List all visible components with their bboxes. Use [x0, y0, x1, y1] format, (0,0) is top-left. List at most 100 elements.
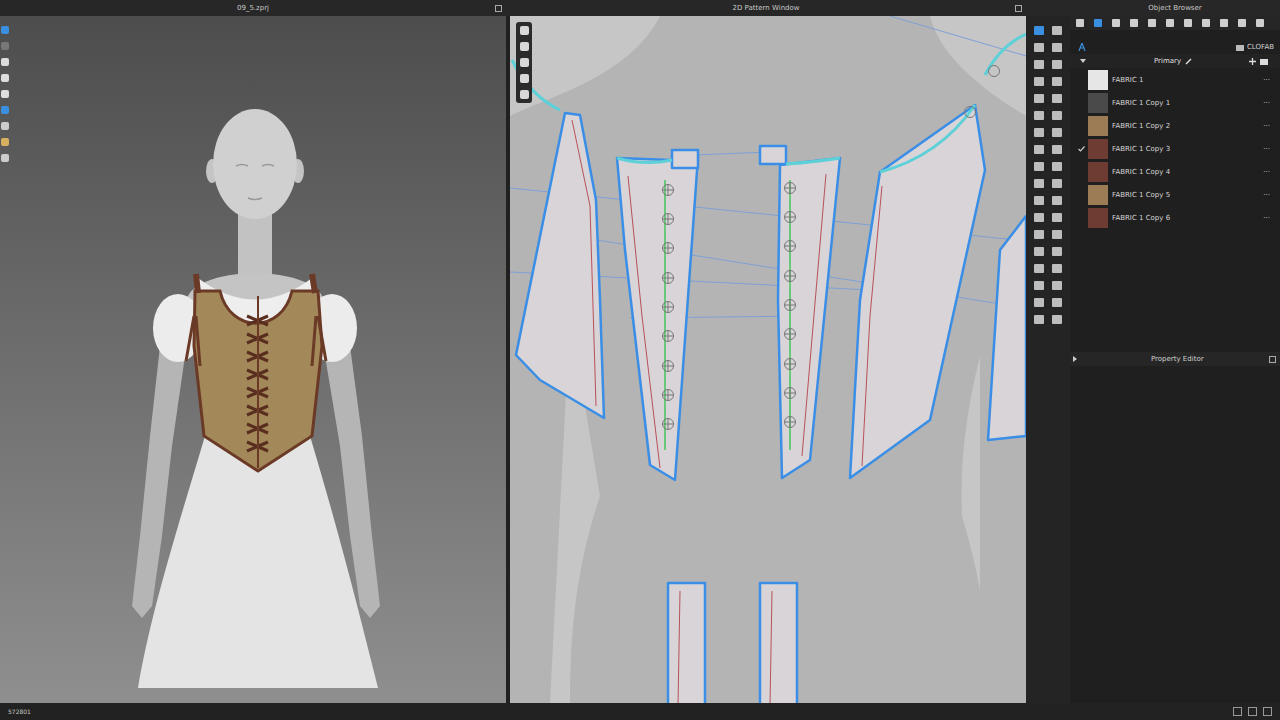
tool-icon[interactable] [1, 154, 9, 162]
3d-viewport[interactable] [0, 16, 506, 703]
tab-icon[interactable] [1220, 19, 1228, 27]
tool-icon[interactable] [1052, 315, 1062, 324]
tool-icon[interactable] [1052, 247, 1062, 256]
tool-icon[interactable] [1034, 145, 1044, 154]
fabric-row[interactable]: FABRIC 1 Copy 6··· [1070, 206, 1280, 229]
tab-icon[interactable] [1094, 19, 1102, 27]
restore-icon[interactable] [1269, 356, 1276, 363]
tab-icon[interactable] [1130, 19, 1138, 27]
tool-icon[interactable] [1052, 60, 1062, 69]
tab-icon[interactable] [1238, 19, 1246, 27]
layout-icon[interactable] [1233, 707, 1242, 716]
fabric-row[interactable]: FABRIC 1 Copy 5··· [1070, 183, 1280, 206]
tool-icon[interactable] [1034, 281, 1044, 290]
tab-icon[interactable] [1112, 19, 1120, 27]
tool-icon[interactable] [1034, 247, 1044, 256]
expand-icon[interactable] [1073, 356, 1077, 362]
pin-icon[interactable] [663, 243, 674, 254]
pattern-piece[interactable] [617, 157, 698, 480]
folder-icon[interactable] [1260, 58, 1268, 65]
pattern-piece[interactable] [778, 158, 840, 478]
tool-icon[interactable] [520, 74, 529, 83]
pin-icon[interactable] [785, 241, 796, 252]
tool-icon[interactable] [1034, 60, 1044, 69]
tool-icon[interactable] [1034, 230, 1044, 239]
tool-icon[interactable] [1034, 315, 1044, 324]
tool-icon[interactable] [1034, 128, 1044, 137]
tab-icon[interactable] [1256, 19, 1264, 27]
tool-icon[interactable] [1052, 281, 1062, 290]
more-button[interactable]: ··· [1263, 76, 1270, 84]
tool-icon[interactable] [1052, 196, 1062, 205]
tool-icon[interactable] [1034, 179, 1044, 188]
pin-icon[interactable] [785, 388, 796, 399]
pattern-piece[interactable] [850, 105, 985, 478]
tool-icon[interactable] [1052, 111, 1062, 120]
tool-icon[interactable] [1052, 128, 1062, 137]
more-button[interactable]: ··· [1263, 122, 1270, 130]
tool-icon[interactable] [1052, 162, 1062, 171]
tool-icon[interactable] [1, 122, 9, 130]
tool-icon[interactable] [1034, 43, 1044, 52]
tool-icon[interactable] [1034, 213, 1044, 222]
tool-icon[interactable] [520, 42, 529, 51]
more-button[interactable]: ··· [1263, 214, 1270, 222]
tool-icon[interactable] [1, 138, 9, 146]
pin-icon[interactable] [785, 329, 796, 340]
pattern-piece[interactable] [760, 146, 786, 164]
tool-icon[interactable] [1052, 298, 1062, 307]
pattern-piece[interactable] [760, 583, 797, 703]
tool-icon[interactable] [1034, 26, 1044, 35]
tool-icon[interactable] [1034, 77, 1044, 86]
tool-icon[interactable] [1052, 145, 1062, 154]
pin-icon[interactable] [785, 300, 796, 311]
pin-icon[interactable] [663, 185, 674, 196]
pin-icon[interactable] [785, 212, 796, 223]
tool-icon[interactable] [1052, 264, 1062, 273]
pin-icon[interactable] [663, 331, 674, 342]
fabric-row[interactable]: FABRIC 1··· [1070, 68, 1280, 91]
2d-pattern-window[interactable] [510, 16, 1026, 703]
layout-icon[interactable] [1248, 707, 1257, 716]
fabric-row[interactable]: FABRIC 1 Copy 2··· [1070, 114, 1280, 137]
text-a-icon[interactable] [1078, 43, 1086, 51]
tool-icon[interactable] [1, 106, 9, 114]
tab-icon[interactable] [1202, 19, 1210, 27]
restore-icon[interactable] [495, 5, 502, 12]
more-button[interactable]: ··· [1263, 191, 1270, 199]
tool-icon[interactable] [1, 90, 9, 98]
tab-icon[interactable] [1166, 19, 1174, 27]
more-button[interactable]: ··· [1263, 168, 1270, 176]
tool-icon[interactable] [520, 26, 529, 35]
folder-icon[interactable] [1236, 44, 1244, 51]
restore-icon[interactable] [1015, 5, 1022, 12]
pattern-piece[interactable] [988, 216, 1026, 440]
pin-icon[interactable] [663, 419, 674, 430]
more-button[interactable]: ··· [1263, 145, 1270, 153]
tool-icon[interactable] [1034, 162, 1044, 171]
fabric-row[interactable]: FABRIC 1 Copy 3··· [1070, 137, 1280, 160]
tab-icon[interactable] [1148, 19, 1156, 27]
tool-icon[interactable] [1052, 26, 1062, 35]
pin-icon[interactable] [785, 359, 796, 370]
pin-icon[interactable] [785, 271, 796, 282]
tool-icon[interactable] [1, 58, 9, 66]
pin-icon[interactable] [663, 390, 674, 401]
pattern-piece[interactable] [672, 150, 698, 168]
tool-icon[interactable] [1034, 111, 1044, 120]
tool-icon[interactable] [1052, 77, 1062, 86]
tool-icon[interactable] [1052, 230, 1062, 239]
library-name[interactable]: CLOFAB [1247, 43, 1274, 51]
pin-icon[interactable] [785, 417, 796, 428]
tool-icon[interactable] [1052, 43, 1062, 52]
more-button[interactable]: ··· [1263, 99, 1270, 107]
tool-icon[interactable] [1034, 298, 1044, 307]
fabric-row[interactable]: FABRIC 1 Copy 1··· [1070, 91, 1280, 114]
tool-icon[interactable] [1, 42, 9, 50]
tool-icon[interactable] [1, 74, 9, 82]
pencil-icon[interactable] [1185, 58, 1192, 65]
pin-icon[interactable] [663, 273, 674, 284]
tool-icon[interactable] [520, 58, 529, 67]
collapse-icon[interactable] [1080, 59, 1086, 63]
pattern-piece[interactable] [516, 113, 604, 418]
